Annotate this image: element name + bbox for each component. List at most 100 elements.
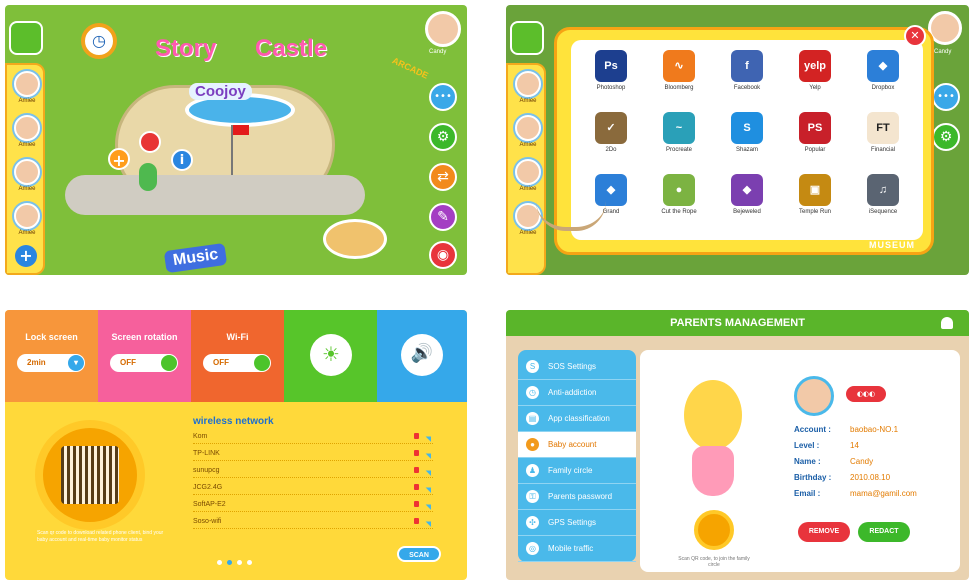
app-icon-item[interactable]: f Facebook bbox=[719, 50, 775, 91]
network-row[interactable]: JCG2.4G ◥ bbox=[193, 481, 433, 495]
app-name: Procreate bbox=[665, 147, 692, 153]
app-icon-item[interactable]: S Shazam bbox=[719, 112, 775, 153]
sidebar-item[interactable]: Amiee bbox=[12, 159, 42, 192]
app-icon-item[interactable]: ~ Procreate bbox=[651, 112, 707, 153]
clock-icon[interactable]: ◷ bbox=[81, 23, 117, 59]
brush-button[interactable]: ✎ bbox=[429, 203, 457, 231]
page-dot[interactable] bbox=[217, 560, 222, 565]
app-icon: ∿ bbox=[663, 50, 695, 82]
level-row: Level : 14 bbox=[794, 438, 859, 454]
settings-button[interactable]: ⚙ bbox=[429, 123, 457, 151]
redact-button[interactable]: REDACT bbox=[858, 522, 910, 542]
family-icon[interactable] bbox=[9, 21, 43, 55]
menu-item[interactable]: S SOS Settings bbox=[518, 354, 636, 380]
character[interactable] bbox=[139, 163, 157, 191]
switch-button[interactable]: ⇄ bbox=[429, 163, 457, 191]
sidebar-item[interactable]: Amiee bbox=[513, 71, 543, 104]
screen-rotation-tile[interactable]: Screen rotation OFF bbox=[98, 310, 191, 402]
menu-item[interactable]: ✣ GPS Settings bbox=[518, 510, 636, 536]
name-row: Name : Candy bbox=[794, 454, 873, 470]
lock-screen-tile[interactable]: Lock screen 2min ▾ bbox=[5, 310, 98, 402]
app-icon-item[interactable]: ● Cut the Rope bbox=[651, 174, 707, 215]
volume-tile[interactable]: 🔊 bbox=[377, 310, 467, 402]
app-icon-item[interactable]: ✓ 2Do bbox=[583, 112, 639, 153]
wifi-tile[interactable]: Wi-Fi OFF bbox=[191, 310, 284, 402]
add-child-icon[interactable]: + bbox=[15, 245, 37, 267]
app-icon-item[interactable]: ♫ iSequence bbox=[855, 174, 911, 215]
page-dot-active[interactable] bbox=[227, 560, 232, 565]
network-row[interactable]: sunupcg ◥ bbox=[193, 464, 433, 478]
network-name: sunupcg bbox=[193, 467, 220, 474]
app-icon-item[interactable]: ∿ Bloomberg bbox=[651, 50, 707, 91]
title-story: Story bbox=[155, 35, 217, 62]
qr-code[interactable] bbox=[61, 446, 119, 504]
sunflower-qr[interactable] bbox=[694, 510, 734, 550]
brightness-icon[interactable]: ☀ bbox=[310, 334, 352, 376]
app-icon: ◆ bbox=[731, 174, 763, 206]
wifi-toggle[interactable]: OFF bbox=[203, 354, 271, 372]
more-button[interactable]: ••• bbox=[932, 83, 960, 111]
scan-button[interactable]: SCAN bbox=[397, 546, 441, 562]
menu-item[interactable]: ◎ Mobile traffic bbox=[518, 536, 636, 562]
app-grid: Ps Photoshop ∿ Bloomberg f Facebook yelp Yelp ◆ D… bbox=[571, 40, 923, 240]
sidebar-item[interactable]: Amiee bbox=[513, 115, 543, 148]
settings-button[interactable]: ⚙ bbox=[932, 123, 960, 151]
page-dot[interactable] bbox=[247, 560, 252, 565]
menu-item[interactable]: ◷ Anti-addiction bbox=[518, 380, 636, 406]
family-icon[interactable] bbox=[510, 21, 544, 55]
music-sign[interactable]: Music bbox=[163, 242, 228, 274]
add-icon[interactable]: + bbox=[108, 148, 130, 170]
baby-avatar[interactable] bbox=[794, 376, 834, 416]
page-dot[interactable] bbox=[237, 560, 242, 565]
coojoy-sign[interactable]: Coojoy bbox=[189, 83, 252, 100]
user-name: Candy bbox=[934, 49, 952, 55]
palette-icon[interactable] bbox=[323, 219, 387, 259]
app-name: Bejeweled bbox=[733, 209, 761, 215]
user-avatar[interactable] bbox=[425, 11, 461, 47]
wifi-signal-icon: ◥ bbox=[425, 521, 431, 528]
app-icon-item[interactable]: FT Financial bbox=[855, 112, 911, 153]
screen-rotation-toggle[interactable]: OFF bbox=[110, 354, 178, 372]
lock-screen-select[interactable]: 2min ▾ bbox=[17, 354, 85, 372]
remove-button[interactable]: REMOVE bbox=[798, 522, 850, 542]
chat-icon[interactable] bbox=[139, 131, 161, 153]
close-icon[interactable]: ✕ bbox=[904, 25, 926, 47]
arcade-sign[interactable]: ARCADE bbox=[391, 55, 430, 80]
sidebar-item[interactable]: Amiee bbox=[12, 203, 42, 236]
menu-item-icon: ◎ bbox=[526, 542, 539, 555]
sidebar-item[interactable]: Amiee bbox=[513, 159, 543, 192]
menu-item[interactable]: ♟ Family circle bbox=[518, 458, 636, 484]
volume-icon[interactable]: 🔊 bbox=[401, 334, 443, 376]
birthday-row: Birthday : 2010.08.10 bbox=[794, 470, 890, 486]
sidebar-item[interactable]: Amiee bbox=[12, 115, 42, 148]
tile-label: Wi-Fi bbox=[226, 332, 249, 342]
info-icon[interactable]: i bbox=[171, 149, 193, 171]
app-icon-item[interactable]: yelp Yelp bbox=[787, 50, 843, 91]
menu-item[interactable]: ● Baby account bbox=[518, 432, 636, 458]
network-row[interactable]: TP-LINK ◥ bbox=[193, 447, 433, 461]
network-row[interactable]: Soso-wifi ◥ bbox=[193, 515, 433, 529]
app-icon-item[interactable]: ◆ Dropbox bbox=[855, 50, 911, 91]
menu-item[interactable]: ▤ App classification bbox=[518, 406, 636, 432]
flag bbox=[233, 125, 249, 135]
menu-item[interactable]: ⚿ Parents password bbox=[518, 484, 636, 510]
app-icon-item[interactable]: PS Popular bbox=[787, 112, 843, 153]
doll-figure bbox=[684, 380, 742, 450]
menu-item-label: App classification bbox=[548, 414, 610, 423]
email-value: mama@gamil.com bbox=[850, 489, 917, 498]
toggle-knob bbox=[161, 355, 177, 371]
museum-footer: MUSEUM bbox=[869, 240, 915, 250]
sidebar-item[interactable]: Amiee bbox=[12, 71, 42, 104]
doll-body bbox=[692, 446, 734, 496]
more-button[interactable]: ••• bbox=[429, 83, 457, 111]
network-row[interactable]: Kom ◥ bbox=[193, 430, 433, 444]
menu-item-label: Anti-addiction bbox=[548, 388, 597, 397]
camera-button[interactable]: ◉ bbox=[429, 241, 457, 269]
app-icon-item[interactable]: Ps Photoshop bbox=[583, 50, 639, 91]
menu-item-icon: S bbox=[526, 360, 539, 373]
network-row[interactable]: SoftAP-E2 ◥ bbox=[193, 498, 433, 512]
brightness-tile[interactable]: ☀ bbox=[284, 310, 377, 402]
app-icon-item[interactable]: ◆ Bejeweled bbox=[719, 174, 775, 215]
app-icon-item[interactable]: ▣ Temple Run bbox=[787, 174, 843, 215]
app-name: Facebook bbox=[733, 85, 761, 91]
